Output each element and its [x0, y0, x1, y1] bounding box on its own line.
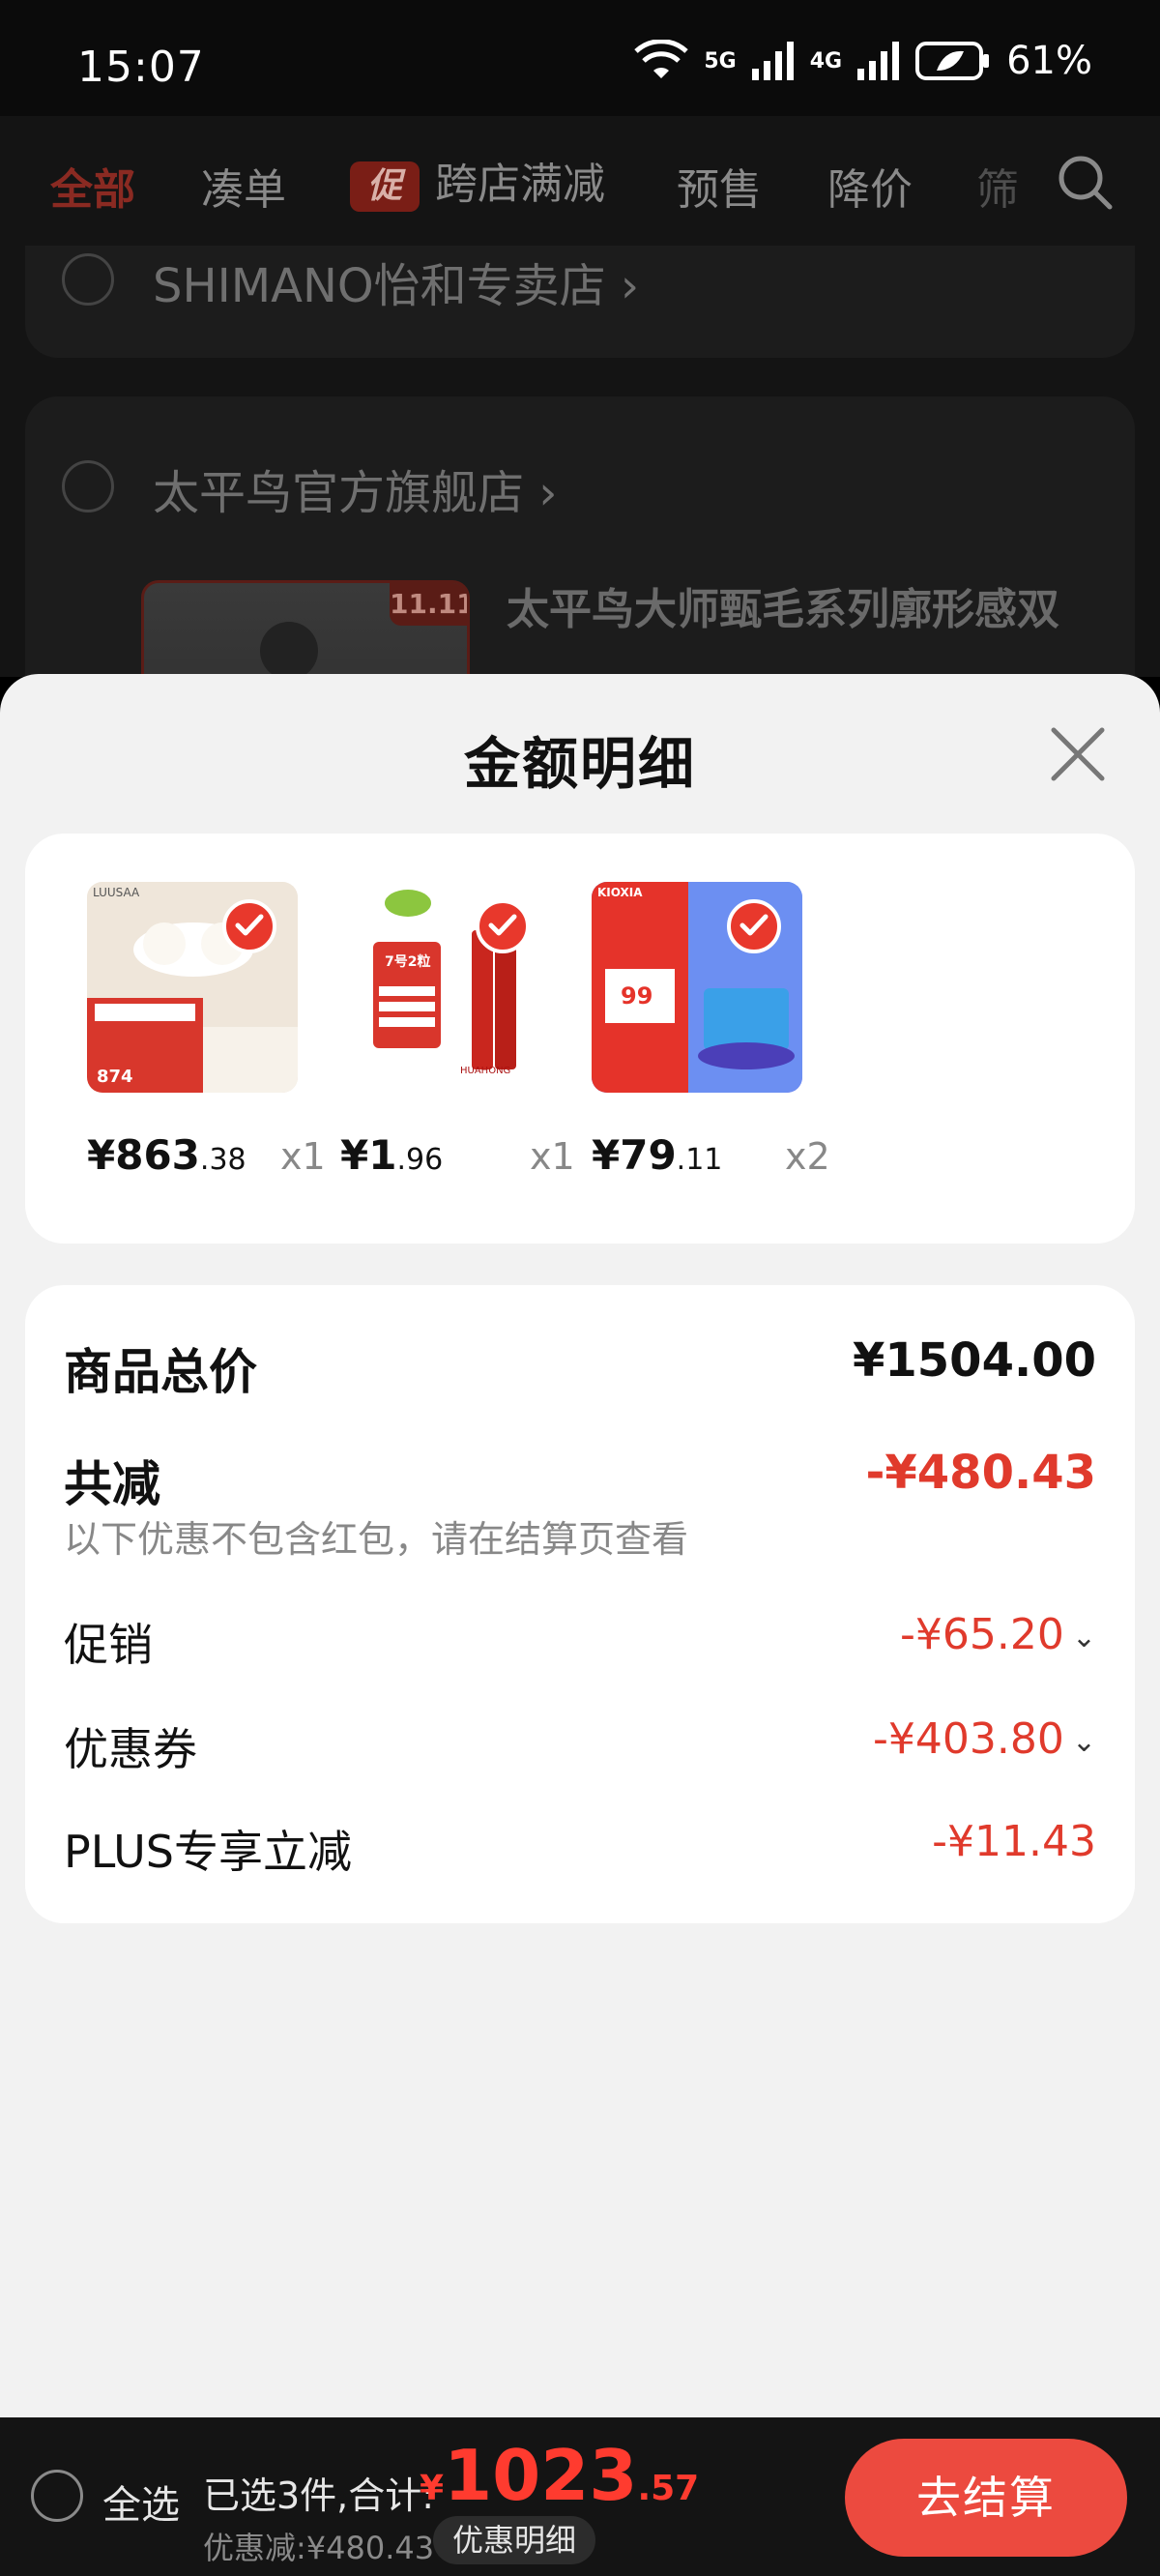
tab-bundle[interactable]: 凑单 — [201, 155, 286, 217]
thumb-brand: HUAHONG — [460, 1066, 511, 1076]
cart-background: 全部 凑单 促跨店满减 预售 降价 筛 SHIMANO怡和专卖店 › 太平鸟官方… — [0, 116, 1160, 677]
promo-badge: 促 — [350, 161, 420, 212]
selected-check-icon[interactable] — [727, 899, 781, 953]
promo-value: -¥65.20 — [900, 1610, 1064, 1659]
thumb-price: 874 — [97, 1067, 133, 1087]
item-qty: x2 — [785, 1135, 830, 1178]
total-amount: ¥1023.57 — [420, 2435, 700, 2516]
item-qty: x1 — [530, 1135, 575, 1178]
thumb-label: 7号2粒 — [385, 954, 431, 970]
coupon-value: -¥403.80 — [873, 1714, 1064, 1764]
item-price: ¥863.38 — [87, 1131, 246, 1179]
shop-name-shimano[interactable]: SHIMANO怡和专卖店 › — [153, 248, 639, 315]
signal-4g-icon — [857, 42, 900, 80]
shop-radio[interactable] — [62, 460, 114, 512]
amount-detail-sheet: 金额明细 LUUSAA 874 ¥863.38 x1 7号2粒 HUAHONG … — [0, 674, 1160, 2417]
network-5g-label: 5G — [704, 48, 737, 73]
item-price: ¥1.96 — [340, 1131, 444, 1179]
product-thumbnail[interactable]: 11.11 — [141, 580, 470, 677]
total-price-label: 商品总价 — [64, 1344, 257, 1400]
network-4g-label: 4G — [809, 48, 843, 73]
thumb-price: 99 — [621, 982, 653, 1010]
select-all-radio[interactable] — [31, 2470, 83, 2522]
chevron-down-icon: ⌄ — [1071, 1724, 1096, 1759]
selected-count: 已选3件,合计: — [203, 2474, 435, 2517]
tab-price-drop[interactable]: 降价 — [827, 155, 913, 217]
tab-presale[interactable]: 预售 — [677, 155, 762, 217]
chevron-down-icon: ⌄ — [1071, 1620, 1096, 1654]
total-reduction-value: -¥480.43 — [865, 1446, 1096, 1500]
total-reduction-label: 共减 — [64, 1456, 160, 1512]
discount-detail-button[interactable]: 优惠明细 — [433, 2516, 596, 2564]
reduction-note: 以下优惠不包含红包，请在结算页查看 — [64, 1518, 689, 1561]
shop-radio[interactable] — [62, 253, 114, 306]
filter-tabs: 全部 凑单 促跨店满减 预售 降价 筛 — [0, 116, 1160, 246]
coupon-row[interactable]: -¥403.80 ⌄ — [873, 1714, 1096, 1764]
tab-all[interactable]: 全部 — [50, 155, 135, 217]
tab-cross-store-label: 跨店满减 — [435, 160, 605, 209]
selected-items-card: LUUSAA 874 ¥863.38 x1 7号2粒 HUAHONG ¥1.96… — [25, 834, 1135, 1244]
product-title[interactable]: 太平鸟大师甄毛系列廓形感双 — [507, 574, 1059, 636]
selected-check-icon[interactable] — [476, 899, 530, 953]
plus-discount-value: -¥11.43 — [932, 1817, 1096, 1866]
item-price: ¥79.11 — [592, 1131, 723, 1179]
search-icon[interactable] — [1054, 151, 1116, 213]
signal-5g-icon — [751, 42, 794, 80]
close-icon[interactable] — [1046, 722, 1110, 786]
discount-summary: 优惠减:¥480.43 — [203, 2530, 435, 2566]
shop-name-peacebird[interactable]: 太平鸟官方旗舰店 › — [153, 454, 557, 522]
total-price-value: ¥1504.00 — [852, 1333, 1096, 1388]
selected-check-icon[interactable] — [222, 899, 276, 953]
item-qty: x1 — [280, 1135, 326, 1178]
battery-percent: 61% — [1006, 39, 1092, 83]
status-time: 15:07 — [77, 43, 205, 92]
status-icons: 5G 4G 61% — [634, 39, 1092, 83]
price-summary-card: 商品总价 ¥1504.00 共减 -¥480.43 以下优惠不包含红包，请在结算… — [25, 1285, 1135, 1923]
promo-label: 促销 — [64, 1619, 153, 1671]
tab-cross-store[interactable]: 促跨店满减 — [350, 149, 605, 212]
wifi-icon — [634, 40, 689, 78]
coupon-label: 优惠券 — [64, 1723, 197, 1775]
checkout-button[interactable]: 去结算 — [845, 2439, 1127, 2557]
checkout-bar: 全选 已选3件,合计: ¥1023.57 优惠减:¥480.43 优惠明细 去结… — [0, 2417, 1160, 2576]
battery-icon — [915, 42, 990, 80]
thumb-brand: KIOXIA — [597, 886, 643, 899]
thumb-brand: LUUSAA — [93, 886, 140, 899]
sheet-title: 金额明细 — [463, 731, 696, 797]
status-bar: 15:07 5G 4G 61% — [0, 0, 1160, 116]
select-all-label[interactable]: 全选 — [102, 2474, 180, 2530]
plus-discount-label: PLUS专享立减 — [64, 1826, 352, 1878]
promo-row[interactable]: -¥65.20 ⌄ — [900, 1610, 1096, 1659]
double11-tag: 11.11 — [390, 583, 467, 626]
